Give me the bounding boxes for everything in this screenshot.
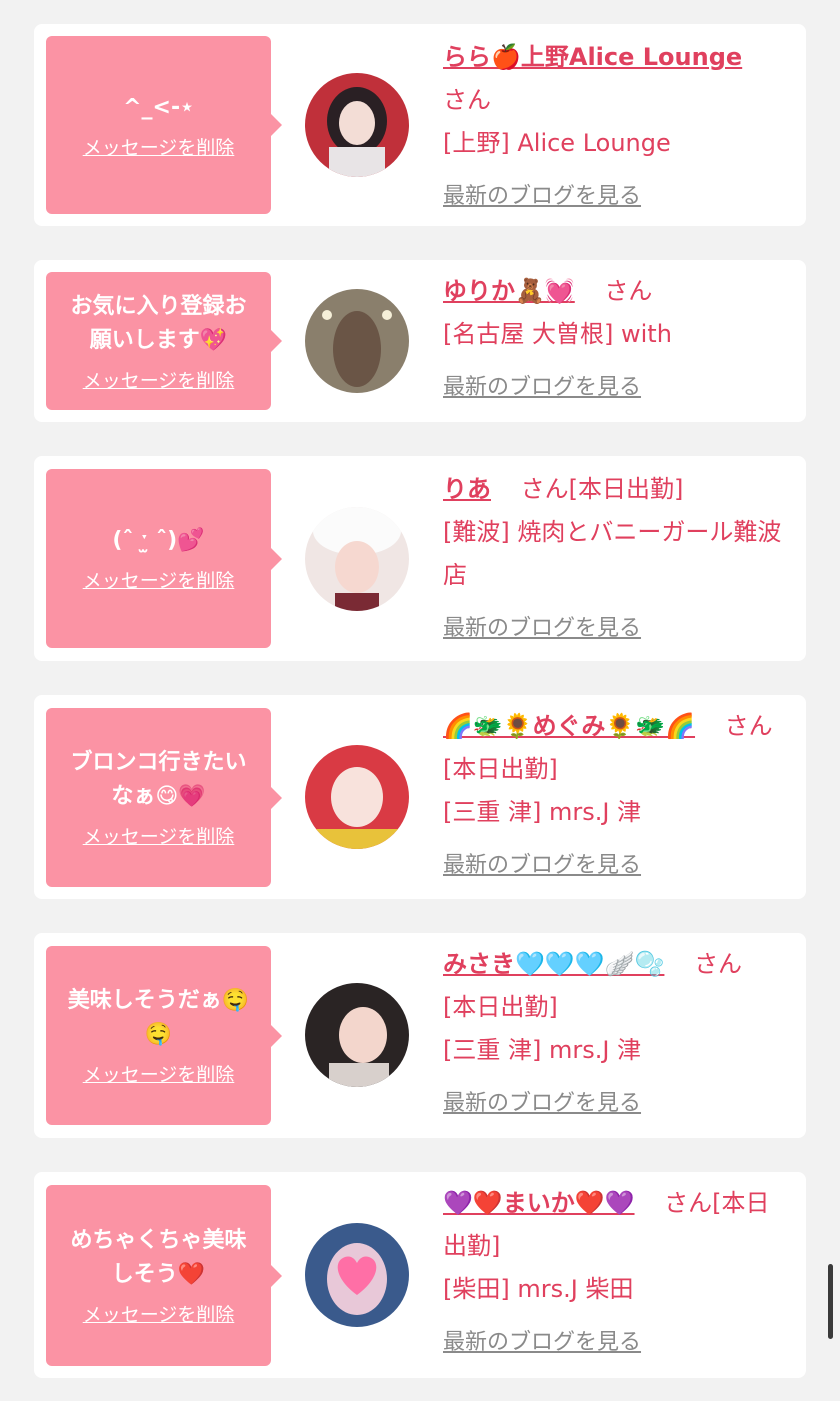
latest-blog-link[interactable]: 最新のブログを見る — [443, 844, 788, 887]
avatar[interactable] — [305, 289, 409, 393]
favorite-card: めちゃくちゃ美味 しそう❤️ メッセージを削除 💜❤️まいか❤️💜 さん[本日出… — [34, 1172, 806, 1378]
avatar[interactable] — [305, 983, 409, 1087]
delete-message-link[interactable]: メッセージを削除 — [83, 1300, 235, 1327]
latest-blog-link[interactable]: 最新のブログを見る — [443, 1321, 788, 1364]
message-bubble: ^_<-⋆ メッセージを削除 — [46, 36, 282, 214]
attendance-status: [本日出勤] — [443, 993, 558, 1021]
attendance-status: [本日出勤] — [443, 755, 558, 783]
cast-info: 💜❤️まいか❤️💜 さん[本日出勤] [柴田] mrs.J 柴田 最新のブログを… — [443, 1182, 788, 1364]
favorite-card: 美味しそうだぁ🤤 🤤 メッセージを削除 みさき🩵🩵🩵🪽🫧 さん [本日出勤] [… — [34, 933, 806, 1138]
delete-message-link[interactable]: メッセージを削除 — [83, 566, 235, 593]
delete-message-link[interactable]: メッセージを削除 — [83, 1060, 235, 1087]
favorite-card: ブロンコ行きたい なぁ😋💗 メッセージを削除 🌈🐲🌻めぐみ🌻🐲🌈 さん [本日出勤… — [34, 695, 806, 899]
delete-message-link[interactable]: メッセージを削除 — [83, 366, 235, 393]
cast-name-link[interactable]: 🌈🐲🌻めぐみ🌻🐲🌈 — [443, 712, 695, 740]
message-bubble: ブロンコ行きたい なぁ😋💗 メッセージを削除 — [46, 708, 282, 887]
cast-name-link[interactable]: ゆりか🧸💓 — [443, 277, 575, 305]
cast-name-link[interactable]: みさき🩵🩵🩵🪽🫧 — [443, 950, 664, 978]
favorite-card: (ˆ ˑ̫ ˆ)💕 メッセージを削除 りあ さん[本日出勤] [難波] 焼肉とバ… — [34, 456, 806, 661]
favorite-card: お気に入り登録お 願いします💖 メッセージを削除 ゆりか🧸💓 さん [名古屋 大… — [34, 260, 806, 422]
message-bubble: お気に入り登録お 願いします💖 メッセージを削除 — [46, 272, 282, 410]
delete-message-link[interactable]: メッセージを削除 — [83, 822, 235, 849]
delete-message-link[interactable]: メッセージを削除 — [83, 133, 235, 160]
cast-info: らら🍎上野Alice Lounge さん [上野] Alice Lounge 最… — [443, 36, 793, 218]
message-text: めちゃくちゃ美味 しそう❤️ — [70, 1228, 247, 1287]
shop-name: [名古屋 大曽根] with — [443, 320, 672, 348]
honorific: さん — [520, 475, 569, 503]
message-text: ^_<-⋆ — [123, 94, 194, 120]
message-text: 美味しそうだぁ🤤 🤤 — [67, 988, 250, 1047]
message-bubble: めちゃくちゃ美味 しそう❤️ メッセージを削除 — [46, 1185, 282, 1366]
latest-blog-link[interactable]: 最新のブログを見る — [443, 607, 803, 650]
honorific: さん — [604, 277, 653, 305]
shop-name: [三重 津] mrs.J 津 — [443, 798, 642, 826]
cast-name-link[interactable]: らら🍎上野Alice Lounge — [443, 43, 742, 71]
honorific: さん — [443, 86, 491, 114]
favorite-card: ^_<-⋆ メッセージを削除 らら🍎上野Alice Lounge さん [上野]… — [34, 24, 806, 226]
message-text: (ˆ ˑ̫ ˆ)💕 — [112, 528, 205, 553]
message-text: ブロンコ行きたい なぁ😋💗 — [70, 750, 247, 809]
latest-blog-link[interactable]: 最新のブログを見る — [443, 175, 793, 218]
message-text: お気に入り登録お 願いします💖 — [70, 293, 247, 353]
shop-name: [三重 津] mrs.J 津 — [443, 1036, 642, 1064]
shop-name: [難波] 焼肉とバニーガール難波店 — [443, 518, 782, 589]
latest-blog-link[interactable]: 最新のブログを見る — [443, 366, 793, 409]
cast-name-link[interactable]: りあ — [443, 475, 491, 503]
message-bubble: (ˆ ˑ̫ ˆ)💕 メッセージを削除 — [46, 469, 282, 648]
avatar[interactable] — [305, 507, 409, 611]
shop-name: [柴田] mrs.J 柴田 — [443, 1275, 634, 1303]
avatar[interactable] — [305, 745, 409, 849]
cast-name-link[interactable]: 💜❤️まいか❤️💜 — [443, 1189, 635, 1217]
honorific: さん — [664, 1189, 713, 1217]
scrollbar[interactable] — [828, 1264, 833, 1339]
avatar[interactable] — [305, 73, 409, 177]
cast-info: りあ さん[本日出勤] [難波] 焼肉とバニーガール難波店 最新のブログを見る — [443, 468, 803, 650]
cast-info: みさき🩵🩵🩵🪽🫧 さん [本日出勤] [三重 津] mrs.J 津 最新のブログ… — [443, 943, 788, 1125]
cast-info: 🌈🐲🌻めぐみ🌻🐲🌈 さん [本日出勤] [三重 津] mrs.J 津 最新のブログ… — [443, 705, 788, 887]
message-bubble: 美味しそうだぁ🤤 🤤 メッセージを削除 — [46, 946, 282, 1125]
honorific: さん — [724, 712, 773, 740]
shop-name: [上野] Alice Lounge — [443, 129, 671, 157]
cast-info: ゆりか🧸💓 さん [名古屋 大曽根] with 最新のブログを見る — [443, 270, 793, 409]
honorific: さん — [694, 950, 743, 978]
avatar[interactable] — [305, 1223, 409, 1327]
attendance-status: [本日出勤] — [568, 475, 684, 503]
latest-blog-link[interactable]: 最新のブログを見る — [443, 1082, 788, 1125]
